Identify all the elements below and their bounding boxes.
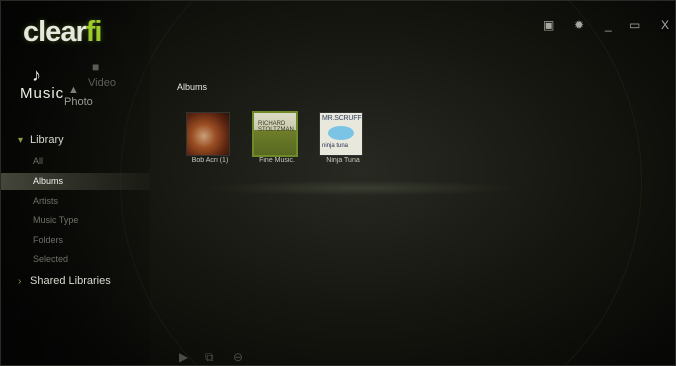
nav-item-music-type[interactable]: Music Type (0, 212, 150, 229)
album-cover-text: RICHARD STOLTZMAN (258, 121, 294, 133)
music-note-icon: ♪ (32, 65, 41, 85)
fish-icon (328, 126, 354, 140)
album-caption: Ninja Tuna (326, 157, 360, 164)
album-tile[interactable]: Bob Acri (1) (180, 110, 240, 170)
nav-library[interactable]: ▾ Library (18, 134, 64, 150)
nav-item-label: Artists (33, 196, 59, 206)
nav-item-selected[interactable]: Selected (0, 251, 150, 268)
album-caption: Fine Music. (259, 157, 295, 164)
nav-item-label: Folders (33, 235, 64, 245)
clearfi-window: clearfi ♪ Music ■ Video ▲ Photo ▾ Library… (0, 0, 676, 366)
album-cover-artist: MR.SCRUFF (322, 115, 362, 122)
nav-item-label: Music Type (33, 215, 79, 225)
play-icon[interactable]: ▶ (179, 350, 188, 366)
settings-gear-icon[interactable]: ✹ (574, 18, 584, 36)
restore-icon[interactable]: ▭ (629, 18, 640, 36)
nav-shared-libraries[interactable]: › Shared Libraries (18, 275, 111, 291)
album-cover: MR.SCRUFF ninja tuna (319, 112, 363, 156)
album-cover (186, 112, 230, 156)
album-cover-title: ninja tuna (322, 143, 349, 149)
album-tile-selected[interactable]: RICHARD STOLTZMAN Fine Music. (247, 110, 307, 170)
mode-photo-button[interactable]: ▲ Photo (62, 84, 102, 112)
section-title: Albums (177, 82, 208, 92)
nav-item-all[interactable]: All (0, 153, 150, 170)
nav-item-artists[interactable]: Artists (0, 193, 150, 210)
mode-music-label: Music (20, 85, 65, 102)
nav-library-label: Library (30, 134, 64, 146)
album-caption: Bob Acri (1) (191, 157, 229, 164)
add-to-playlist-icon[interactable]: ⧉ (205, 350, 214, 366)
nav-shared-label: Shared Libraries (30, 275, 111, 287)
album-cover: RICHARD STOLTZMAN (252, 111, 298, 157)
logo-accent-text: fi (85, 16, 103, 48)
video-icon: ■ (92, 60, 100, 74)
mode-photo-label: Photo (64, 96, 93, 108)
remove-icon[interactable]: ⊖ (233, 350, 243, 366)
nav-item-label: Selected (33, 254, 69, 264)
chevron-right-icon: › (18, 276, 22, 287)
logo-text: clear (23, 16, 87, 48)
nav-item-folders[interactable]: Folders (0, 232, 150, 249)
nav-item-label: Albums (33, 176, 64, 186)
nav-item-albums[interactable]: Albums (0, 173, 150, 190)
monitor-icon[interactable]: ▣ (543, 18, 554, 36)
nav-item-label: All (33, 156, 44, 166)
album-tile[interactable]: MR.SCRUFF ninja tuna Ninja Tuna (313, 110, 373, 170)
photo-icon: ▲ (68, 84, 79, 96)
app-logo: clearfi (23, 16, 103, 49)
chevron-down-icon: ▾ (18, 135, 24, 146)
close-icon[interactable]: X (661, 18, 669, 36)
minimize-icon[interactable]: _ (605, 18, 612, 36)
